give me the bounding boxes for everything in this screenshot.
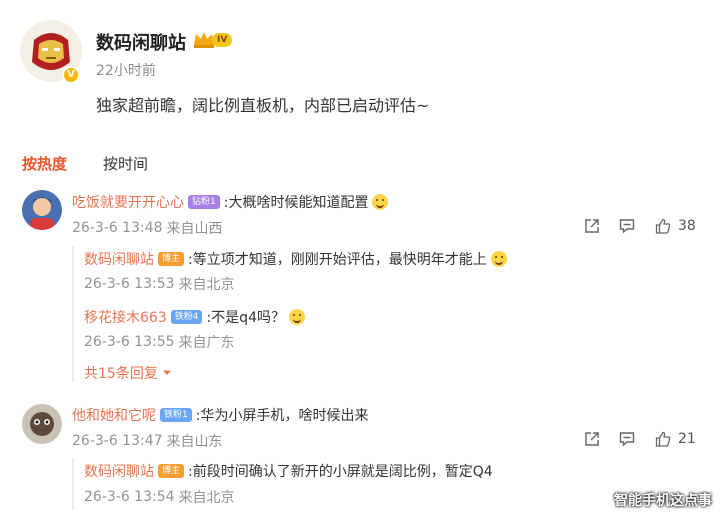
chevron-down-icon — [162, 370, 171, 375]
reply-date: 26-3-6 13:53 — [84, 276, 175, 292]
verified-badge-icon: V — [62, 66, 80, 84]
post-author-name[interactable]: 数码闲聊站 — [96, 29, 186, 55]
reply-thread-line — [72, 458, 74, 510]
reply-date: 26-3-6 13:54 — [84, 489, 175, 505]
crying-emoji-icon — [288, 309, 305, 325]
author-badge: 博主 — [158, 252, 185, 266]
comment-username[interactable]: 吃饭就要开开心心 — [72, 192, 184, 212]
comment-text: :大概啥时候能知道配置 — [223, 195, 369, 211]
like-icon[interactable] — [655, 431, 671, 447]
tab-sort-by-hot[interactable]: 按热度 — [22, 153, 67, 174]
more-replies-link[interactable]: 共15条回复 — [84, 363, 172, 383]
reply-location: 来自北京 — [178, 490, 235, 506]
comment-header: 他和她和它呢 铁粉1 :华为小屏手机，啥时候出来 — [72, 405, 368, 425]
comment-username[interactable]: 他和她和它呢 — [72, 405, 156, 425]
comment-date: 26-3-6 13:48 — [72, 220, 163, 236]
reply-header: 数码闲聊站 博主 :前段时间确认了新开的小屏就是阔比例，暂定Q4 — [84, 461, 493, 481]
reply-username[interactable]: 数码闲聊站 — [84, 249, 154, 269]
post-content: 独家超前瞻，阔比例直板机，内部已启动评估~ — [96, 96, 430, 115]
reply-meta: 26-3-6 13:54 来自北京 — [84, 487, 235, 507]
fan-badge: 铁粉1 — [160, 408, 192, 422]
comment-location: 来自山东 — [166, 434, 223, 450]
comment-meta: 26-3-6 13:47 来自山东 — [72, 431, 223, 451]
reply-text: :等立项才知道，刚刚开始评估，最快明年才能上 — [188, 252, 487, 268]
comment-date: 26-3-6 13:47 — [72, 433, 163, 449]
post-time: 22小时前 — [96, 63, 156, 79]
comment-text: :华为小屏手机，啥时候出来 — [195, 408, 369, 424]
reply-location: 来自北京 — [178, 277, 235, 293]
fan-badge: 铁粉4 — [170, 310, 203, 324]
share-icon[interactable] — [584, 431, 600, 447]
comment-avatar[interactable] — [22, 404, 62, 444]
reply-date: 26-3-6 13:55 — [84, 334, 175, 350]
reply-text: :不是q4吗？ — [206, 310, 285, 326]
comment-meta: 26-3-6 13:48 来自山西 — [72, 218, 223, 238]
reply-username[interactable]: 移花接木663 — [84, 307, 167, 327]
reply-meta: 26-3-6 13:53 来自北京 — [84, 274, 235, 294]
comment-icon[interactable] — [619, 218, 635, 234]
comment-avatar[interactable] — [22, 190, 62, 230]
reply-location: 来自广东 — [178, 335, 235, 351]
reply-thread-line — [72, 246, 74, 382]
comment-icon[interactable] — [619, 431, 635, 447]
comment-header: 吃饭就要开开心心 钻粉1 :大概啥时候能知道配置 — [72, 192, 389, 212]
reply-username[interactable]: 数码闲聊站 — [84, 461, 154, 481]
smile-emoji-icon — [490, 251, 507, 267]
watermark-text: 智能手机这点事 — [614, 493, 712, 509]
smile-emoji-icon — [372, 194, 389, 210]
reply-text: :前段时间确认了新开的小屏就是阔比例，暂定Q4 — [188, 464, 493, 480]
like-count: 21 — [678, 431, 696, 447]
tab-sort-by-time[interactable]: 按时间 — [103, 153, 148, 174]
reply-header: 数码闲聊站 博主 :等立项才知道，刚刚开始评估，最快明年才能上 — [84, 249, 507, 269]
reply-header: 移花接木663 铁粉4 :不是q4吗？ — [84, 307, 305, 327]
share-icon[interactable] — [584, 218, 600, 234]
more-replies-label[interactable]: 共15条回复 — [84, 363, 158, 383]
reply-meta: 26-3-6 13:55 来自广东 — [84, 332, 235, 352]
author-badge: 博主 — [158, 464, 185, 478]
like-icon[interactable] — [655, 218, 671, 234]
fan-badge: 钻粉1 — [188, 195, 220, 209]
like-count: 38 — [678, 218, 696, 234]
user-level-badge: IV — [212, 33, 233, 47]
comment-location: 来自山西 — [166, 221, 223, 237]
